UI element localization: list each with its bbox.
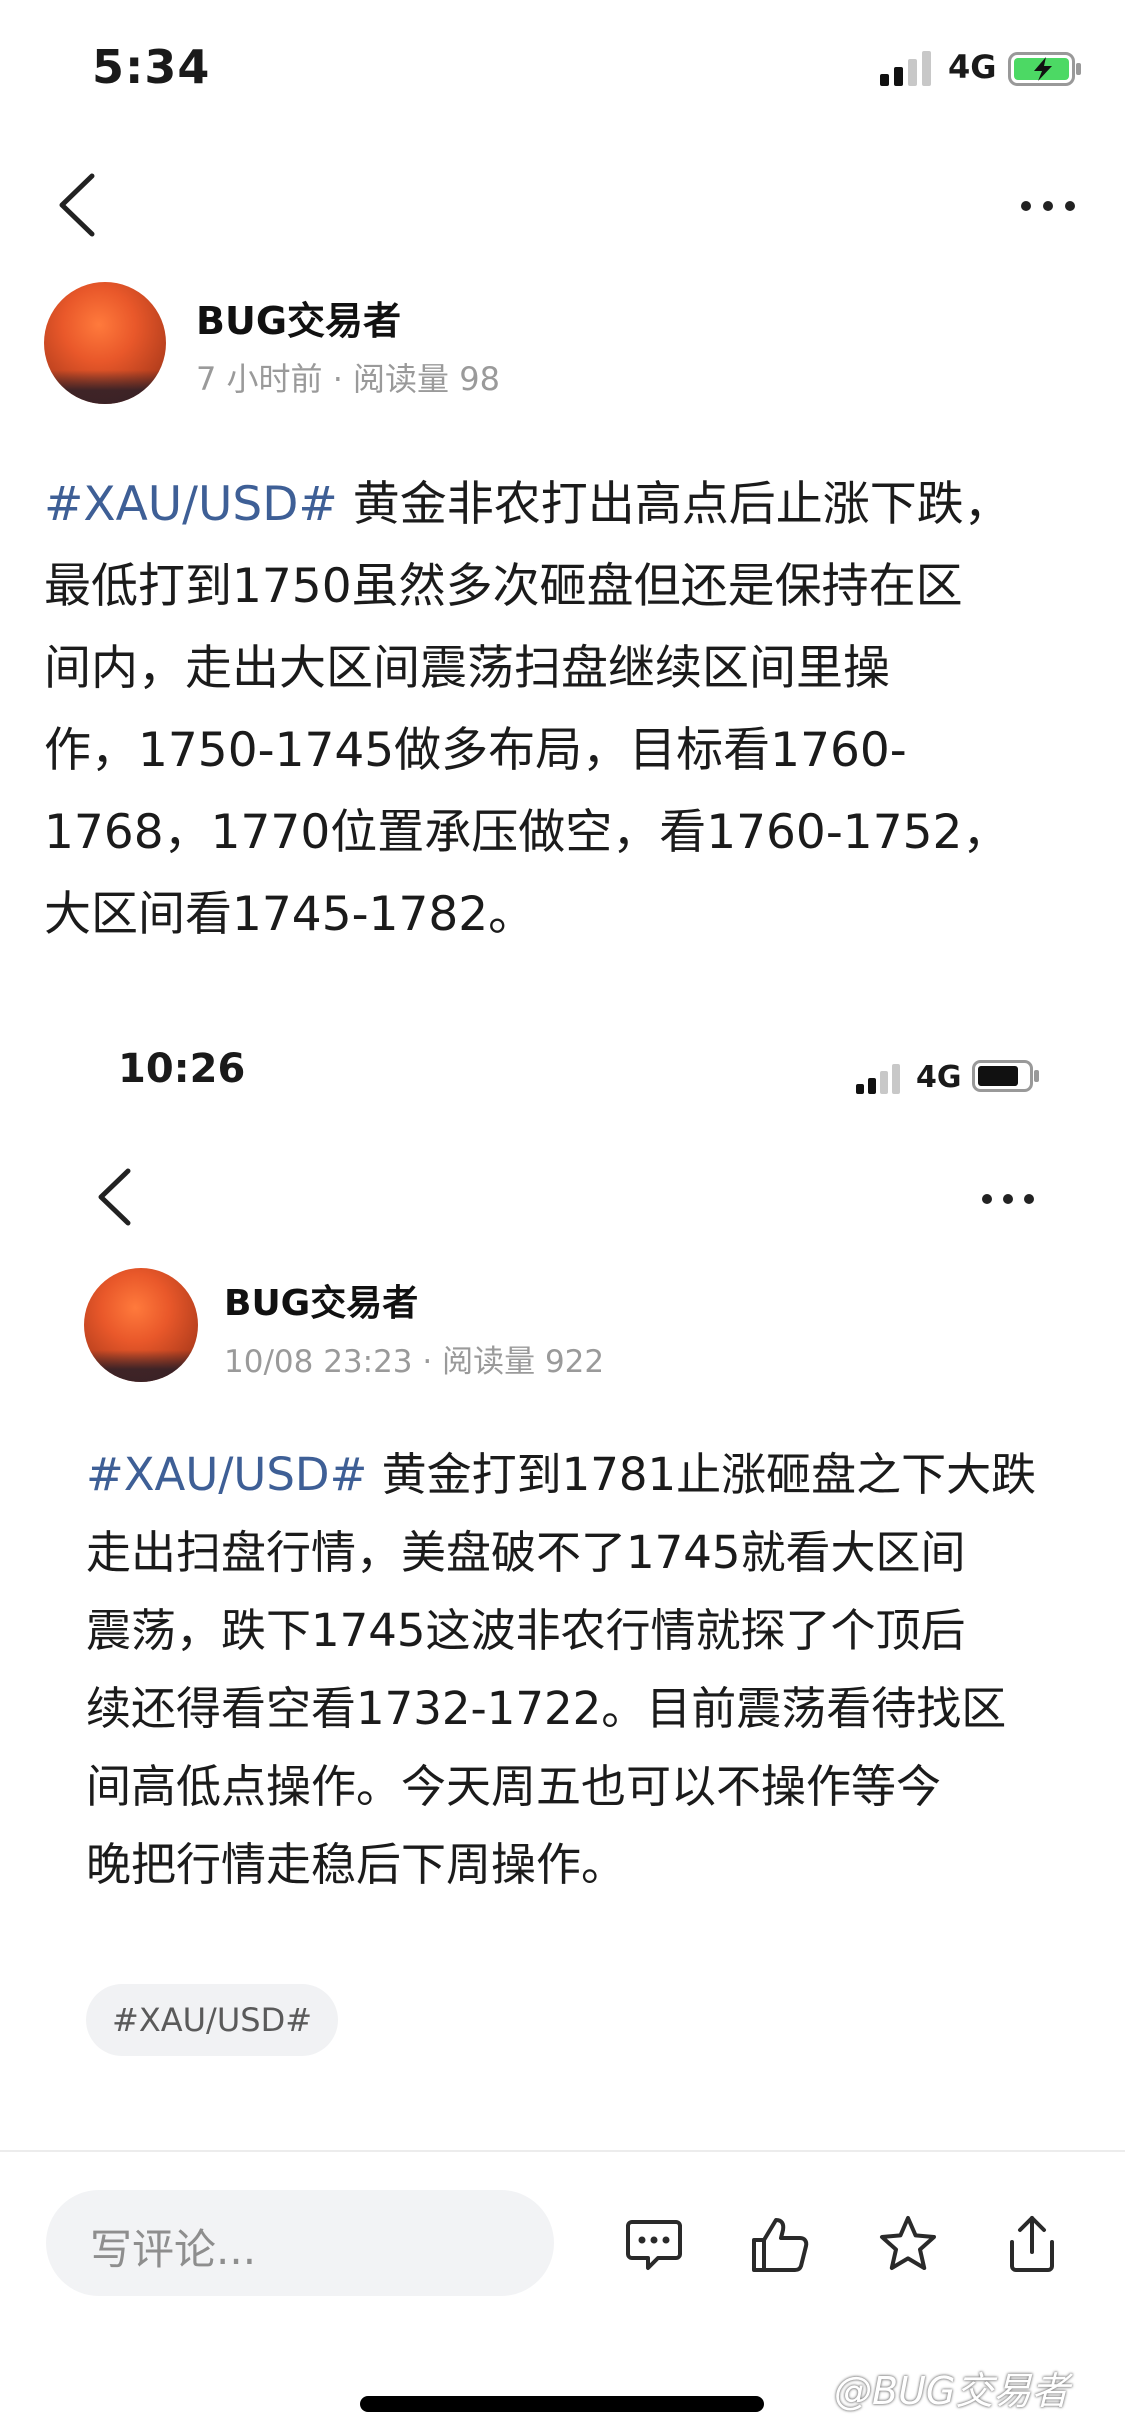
post-line: 间高低点操作。今天周五也可以不操作等今	[86, 1760, 942, 1813]
post-body: #XAU/USD# 黄金打到1781止涨砸盘之下大跌 走出扫盘行情，美盘破不了1…	[86, 1436, 1096, 1904]
like-icon[interactable]	[748, 2212, 812, 2276]
post-line: #XAU/USD# 黄金打到1781止涨砸盘之下大跌	[86, 1436, 1096, 1514]
inner-more-options-icon[interactable]	[980, 1190, 1036, 1208]
author-name[interactable]: BUG交易者	[224, 1274, 418, 1326]
inner-signal-strength-icon	[856, 1064, 900, 1094]
status-time: 5:34	[92, 40, 211, 94]
post-line: 大区间看1745-1782。	[44, 887, 536, 942]
battery-charging-icon	[1008, 52, 1081, 86]
post-line: 续还得看空看1732-1722。目前震荡看待找区	[86, 1682, 1007, 1735]
home-indicator	[360, 2396, 764, 2412]
post-meta: 10/08 23:23 · 阅读量 922	[224, 1344, 605, 1380]
author-name[interactable]: BUG交易者	[196, 290, 401, 345]
favorite-star-icon[interactable]	[876, 2212, 940, 2276]
post-line: 震荡，跌下1745这波非农行情就探了个顶后	[86, 1604, 966, 1657]
watermark: @BUG交易者	[834, 2369, 1070, 2413]
inner-status-time: 10:26	[118, 1046, 246, 1092]
post-line: 作，1750-1745做多布局，目标看1760-	[44, 723, 907, 778]
comment-icon[interactable]	[622, 2212, 686, 2276]
post-line: 最低打到1750虽然多次砸盘但还是保持在区	[44, 559, 963, 614]
inner-back-arrow-icon[interactable]	[92, 1166, 136, 1228]
post-line: 1768，1770位置承压做空，看1760-1752，	[44, 805, 1010, 860]
post-line: 走出扫盘行情，美盘破不了1745就看大区间	[86, 1526, 966, 1579]
post-meta: 7 小时前 · 阅读量 98	[196, 360, 500, 398]
post-text: 黄金打到1781止涨砸盘之下大跌	[367, 1448, 1037, 1501]
author-avatar[interactable]	[44, 282, 166, 404]
author-avatar[interactable]	[84, 1268, 198, 1382]
post-line: #XAU/USD# 黄金非农打出高点后止涨下跌，	[44, 464, 1094, 546]
hashtag-link[interactable]: #XAU/USD#	[86, 1448, 367, 1501]
comment-placeholder: 写评论...	[90, 2225, 257, 2274]
inner-network-type: 4G	[916, 1060, 962, 1095]
signal-strength-icon	[880, 51, 931, 86]
back-arrow-icon[interactable]	[52, 170, 102, 240]
network-type: 4G	[948, 48, 997, 86]
inner-battery-icon	[972, 1060, 1039, 1092]
share-icon[interactable]	[1000, 2212, 1064, 2276]
topic-tag-chip[interactable]: #XAU/USD#	[86, 1984, 339, 2056]
post-line: 间内，走出大区间震荡扫盘继续区间里操	[44, 641, 890, 696]
post-body: #XAU/USD# 黄金非农打出高点后止涨下跌， 最低打到1750虽然多次砸盘但…	[44, 464, 1094, 956]
post-line: 晚把行情走稳后下周操作。	[86, 1838, 627, 1891]
post-text: 黄金非农打出高点后止涨下跌，	[337, 477, 1011, 532]
more-options-icon[interactable]	[1018, 196, 1078, 216]
divider	[0, 2150, 1125, 2152]
hashtag-link[interactable]: #XAU/USD#	[44, 477, 338, 532]
